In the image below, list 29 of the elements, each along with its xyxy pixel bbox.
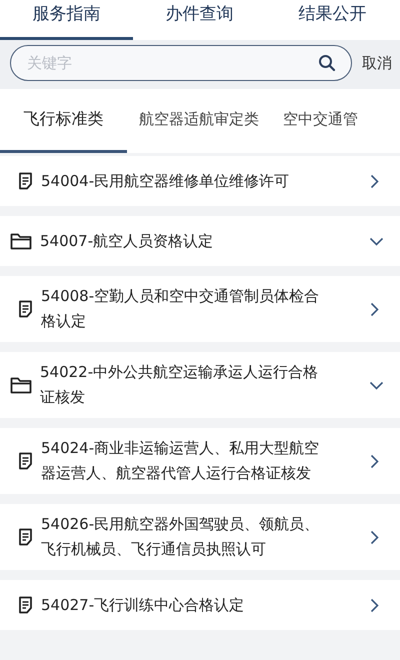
category-tab[interactable]: 航空器适航审定类	[127, 89, 271, 153]
chevron-down-icon[interactable]	[369, 380, 384, 390]
chevron-right-icon[interactable]	[370, 530, 379, 544]
category-tab[interactable]: 飞行标准类	[0, 89, 127, 153]
search-field[interactable]: 关键字	[10, 45, 352, 81]
folder-icon	[10, 376, 32, 394]
search-icon[interactable]	[318, 54, 336, 72]
chevron-right-icon[interactable]	[370, 598, 379, 612]
chevron-right-icon[interactable]	[370, 174, 379, 188]
chevron-right-icon[interactable]	[370, 302, 379, 316]
tab[interactable]: 结果公开	[266, 0, 399, 40]
cancel-button[interactable]: 取消	[362, 54, 392, 72]
list-item[interactable]: 54008-空勤人员和空中交通管制员体检合格认定	[0, 276, 400, 342]
list-item[interactable]: 54024-商业非运输运营人、私用大型航空器运营人、航空器代管人运行合格证核发	[0, 428, 400, 494]
list-item[interactable]: 54007-航空人员资格认定	[0, 216, 400, 266]
document-icon	[18, 172, 33, 190]
list-item[interactable]: 54026-民用航空器外国驾驶员、领航员、飞行机械员、飞行通信员执照认可	[0, 504, 400, 570]
document-icon	[18, 300, 33, 318]
chevron-right-icon[interactable]	[370, 454, 379, 468]
chevron-down-icon[interactable]	[369, 236, 384, 246]
list-item[interactable]: 54004-民用航空器维修单位维修许可	[0, 156, 400, 206]
list-item[interactable]: 54027-飞行训练中心合格认定	[0, 580, 400, 630]
document-icon	[18, 596, 33, 614]
tab[interactable]: 办件查询	[133, 0, 266, 40]
document-icon	[18, 528, 33, 546]
document-icon	[18, 452, 33, 470]
folder-icon	[10, 232, 32, 250]
list-item[interactable]: 54022-中外公共航空运输承运人运行合格证核发	[0, 352, 400, 418]
category-tab[interactable]: 空中交通管	[271, 89, 370, 153]
